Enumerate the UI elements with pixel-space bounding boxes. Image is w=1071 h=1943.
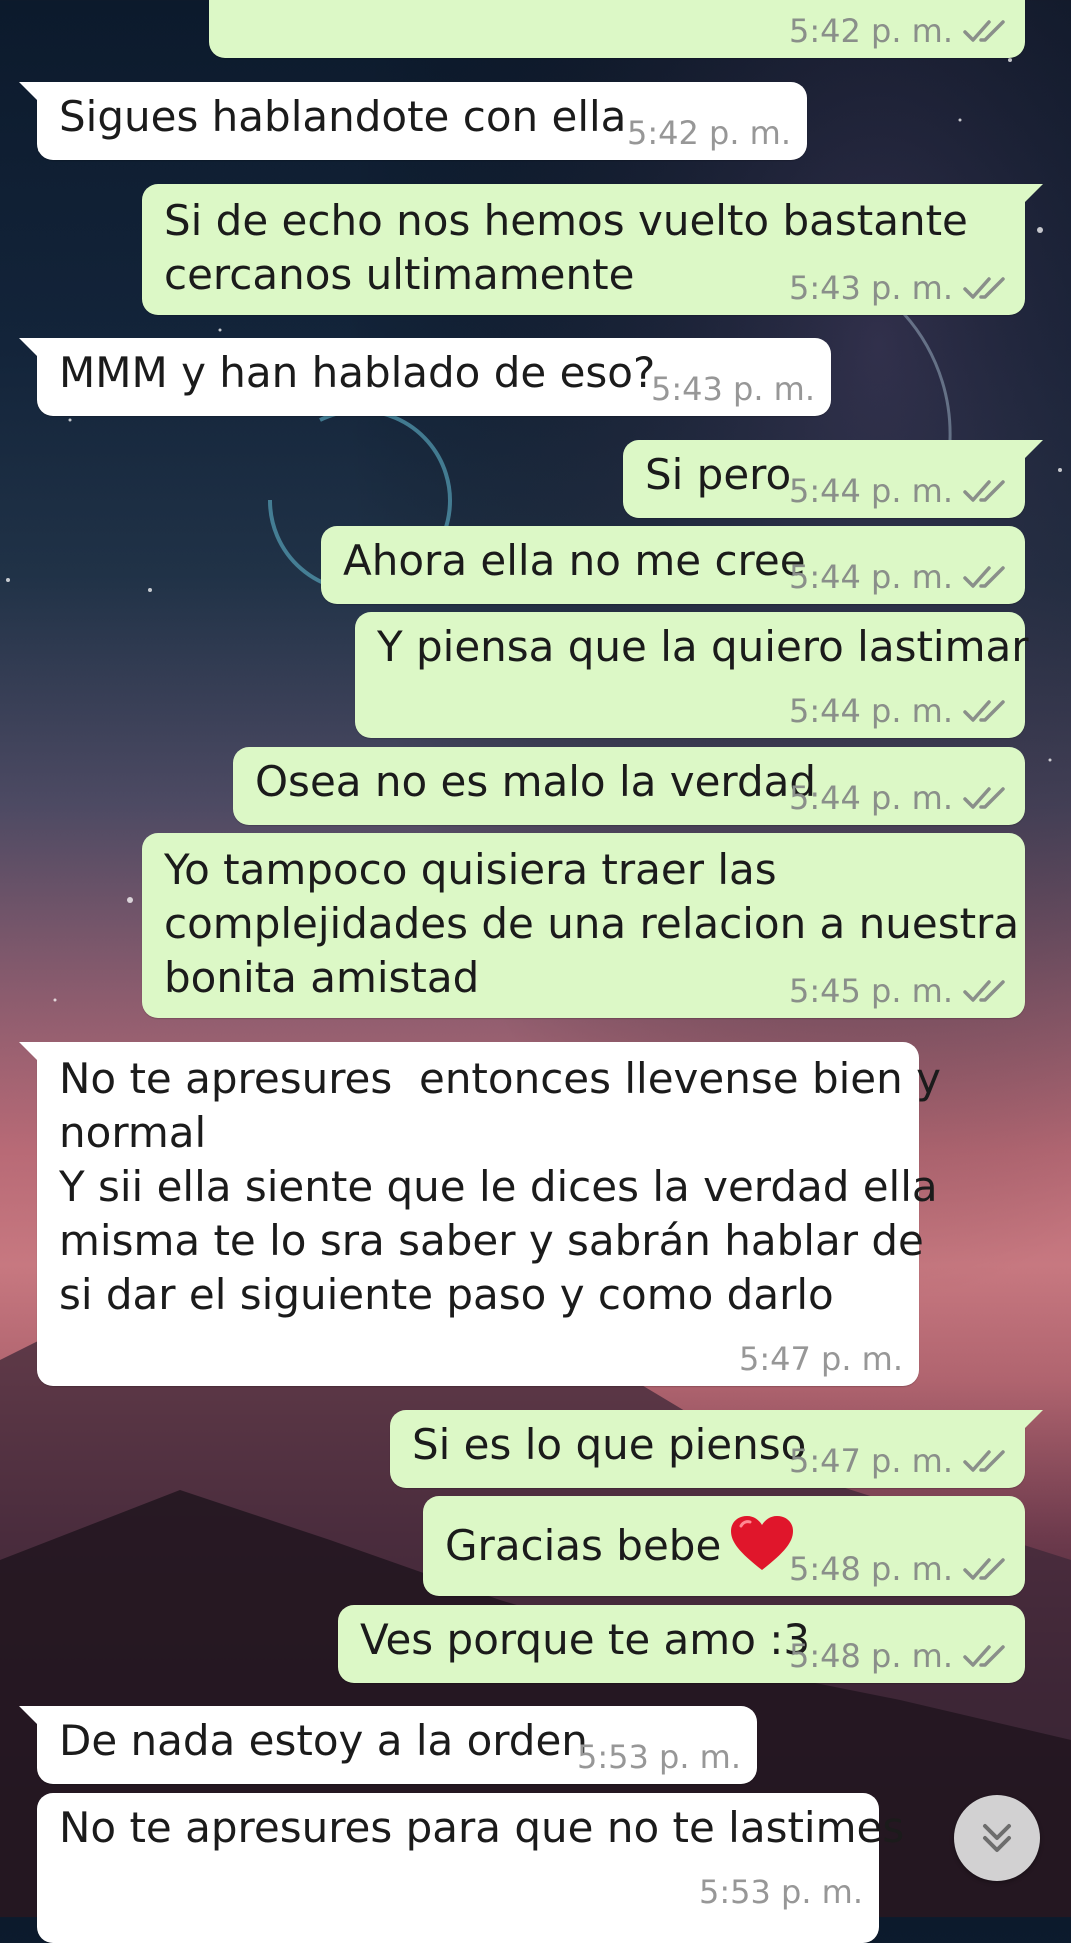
double-check-icon [963,700,1005,722]
message-meta: 5:44 p. m. [789,558,1009,596]
message-incoming[interactable]: No te apresures entonces llevense bien y… [19,1042,941,1386]
message-time: 5:45 p. m. [788,972,953,1010]
message-text: Y piensa que la quiero lastimar [377,622,1029,671]
message-meta: 5:45 p. m. [789,972,1009,1010]
message-text-content: Gracias bebe [445,1521,722,1570]
double-check-icon [963,1558,1005,1580]
message-text: Osea no es malo la verdad [255,757,817,806]
message-time: 5:44 p. m. [788,692,953,730]
message-time: 5:42 p. m. [626,114,791,152]
message-time: 5:44 p. m. [788,472,953,510]
message-time: 5:42 p. m. [788,12,953,50]
message-meta: 5:42 p. m. [627,114,791,152]
message-meta: 5:42 p. m. [789,12,1009,50]
message-outgoing[interactable]: Ves porque te amo :3 5:48 p. m. [338,1605,1025,1683]
message-text: De nada estoy a la orden [59,1716,588,1765]
message-text: No te apresures entonces llevense bien y… [59,1054,941,1319]
message-outgoing[interactable]: Yo tampoco quisiera traer las complejida… [142,833,1025,1018]
message-text: Gracias bebe [445,1514,795,1574]
message-incoming[interactable]: MMM y han hablado de eso? 5:43 p. m. [19,338,831,416]
message-time: 5:53 p. m. [698,1873,863,1911]
message-meta: 5:43 p. m. [651,370,815,408]
message-outgoing[interactable]: Ahora ella no me cree 5:44 p. m. [321,526,1025,604]
message-meta: 5:48 p. m. [789,1637,1009,1675]
message-meta: 5:47 p. m. [789,1442,1009,1480]
message-text: No te apresures para que no te lastimes [59,1803,905,1852]
message-text: Si pero [645,450,792,499]
double-check-icon [963,1450,1005,1472]
message-outgoing[interactable]: Si pero 5:44 p. m. [623,440,1043,518]
double-check-icon [963,980,1005,1002]
message-outgoing[interactable]: Osea no es malo la verdad 5:44 p. m. [233,747,1025,825]
message-text: Si es lo que pienso [412,1420,807,1469]
message-time: 5:43 p. m. [788,269,953,307]
message-meta: 5:43 p. m. [789,269,1009,307]
message-time: 5:48 p. m. [788,1550,953,1588]
message-outgoing[interactable]: Gracias bebe 5:48 p. m. [423,1496,1025,1596]
message-meta: 5:53 p. m. [699,1873,863,1911]
message-time: 5:53 p. m. [576,1738,741,1776]
message-meta: 5:44 p. m. [789,472,1009,510]
message-meta: 5:53 p. m. [577,1738,741,1776]
double-check-icon [963,480,1005,502]
message-time: 5:44 p. m. [788,779,953,817]
message-text: Ahora ella no me cree [343,536,806,585]
message-outgoing[interactable]: Si es lo que pienso 5:47 p. m. [390,1410,1043,1488]
double-check-icon [963,787,1005,809]
message-outgoing[interactable]: 5:42 p. m. [209,0,1025,58]
chevron-double-down-icon [983,1824,1011,1852]
message-meta: 5:48 p. m. [789,1550,1009,1588]
message-outgoing[interactable]: Si de echo nos hemos vuelto bastante cer… [142,184,1043,315]
message-meta: 5:44 p. m. [789,692,1009,730]
message-time: 5:47 p. m. [738,1340,903,1378]
message-meta: 5:47 p. m. [739,1340,903,1378]
message-text: Ves porque te amo :3 [360,1615,811,1664]
double-check-icon [963,277,1005,299]
double-check-icon [963,20,1005,42]
message-time: 5:48 p. m. [788,1637,953,1675]
double-check-icon [963,566,1005,588]
message-outgoing[interactable]: Y piensa que la quiero lastimar 5:44 p. … [355,612,1029,738]
message-text: MMM y han hablado de eso? [59,348,656,397]
message-time: 5:47 p. m. [788,1442,953,1480]
message-incoming[interactable]: Sigues hablandote con ella 5:42 p. m. [19,82,807,160]
message-incoming[interactable]: De nada estoy a la orden 5:53 p. m. [19,1706,757,1784]
red-heart-icon [731,1516,794,1570]
scroll-to-bottom-button[interactable] [954,1795,1040,1881]
message-text: Sigues hablandote con ella [59,92,627,141]
message-meta: 5:44 p. m. [789,779,1009,817]
chat-messages[interactable]: 5:42 p. m. Sigues hablandote con ella 5:… [0,0,1071,1943]
message-time: 5:44 p. m. [788,558,953,596]
message-incoming[interactable]: No te apresures para que no te lastimes … [37,1793,904,1943]
message-time: 5:43 p. m. [650,370,815,408]
double-check-icon [963,1645,1005,1667]
